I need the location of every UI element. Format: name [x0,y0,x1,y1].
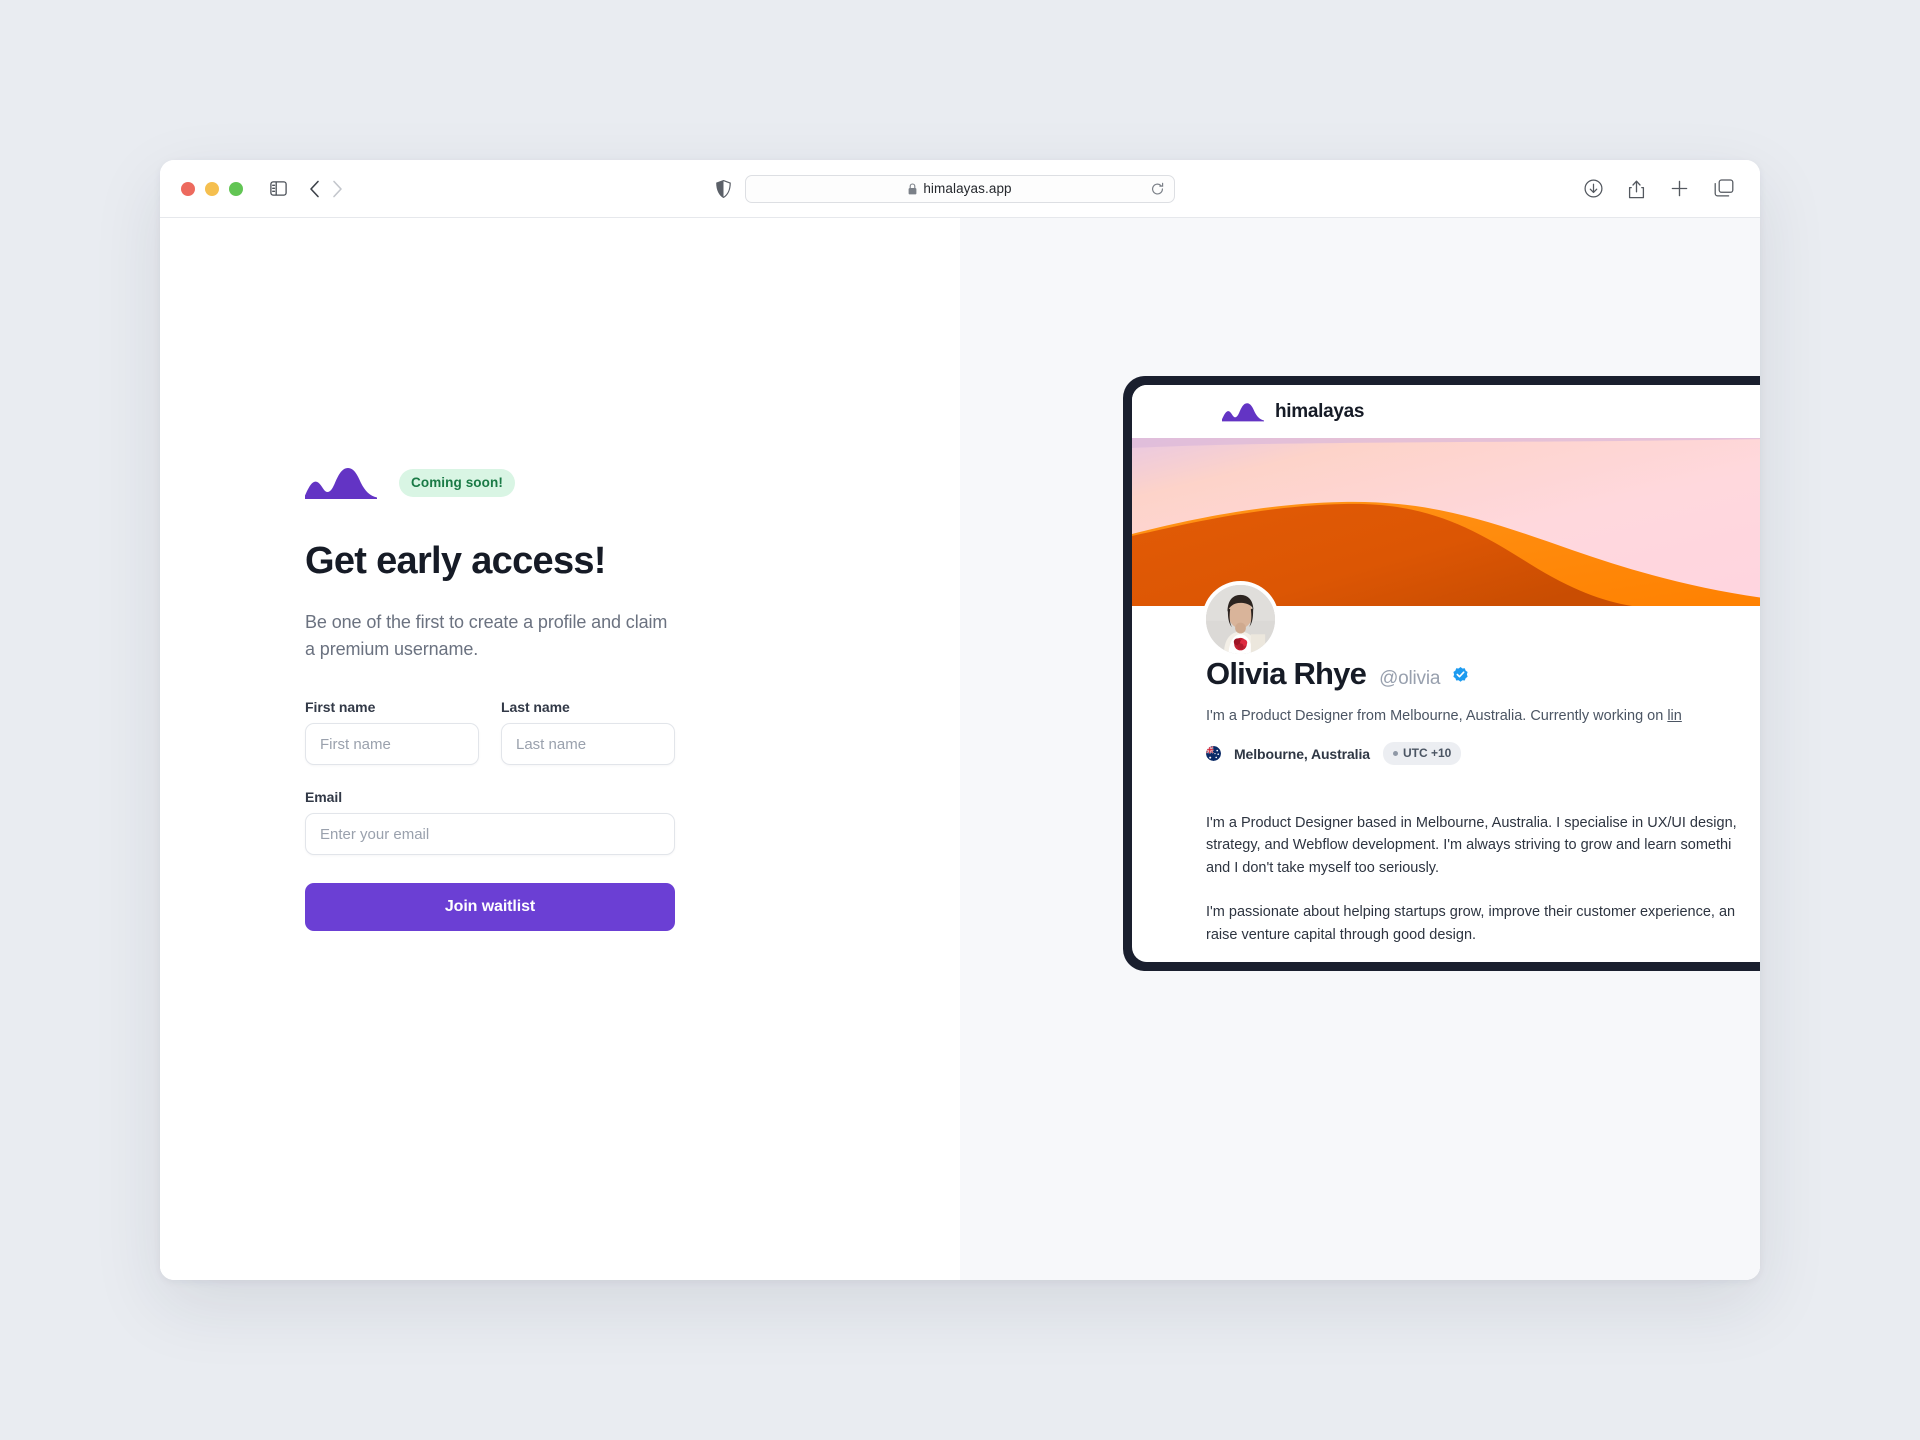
email-field-group: Email [305,789,675,855]
page-content: Coming soon! Get early access! Be one of… [160,218,1760,1280]
tagline-text: I'm a Product Designer from Melbourne, A… [1206,708,1668,724]
address-bar[interactable]: himalayas.app [745,174,1175,203]
shield-icon[interactable] [716,179,731,198]
window-controls [181,181,243,196]
email-label: Email [305,789,343,805]
preview-site-header: himalayas J [1132,385,1760,438]
lock-icon [908,182,917,195]
profile-body: Olivia Rhye @olivia I'm a Product Design… [1132,606,1760,962]
himalayas-mountain-logo-icon [305,468,377,499]
preview-wordmark: himalayas [1275,400,1365,422]
profile-handle: @olivia [1379,668,1441,689]
profile-banner-image [1132,438,1760,606]
profile-meta-row: Melbourne, Australia UTC +10 [1206,742,1760,766]
user-avatar-photo [1206,585,1275,654]
right-pane: himalayas J [960,218,1760,1280]
page-subtitle: Be one of the first to create a profile … [305,612,668,659]
maximize-window-button[interactable] [229,181,243,196]
first-name-input[interactable] [305,723,479,765]
left-pane: Coming soon! Get early access! Be one of… [160,218,960,1280]
first-name-label: First name [305,699,376,715]
email-input[interactable] [305,813,675,855]
first-name-field-group: First name [305,699,479,765]
profile-location: Melbourne, Australia [1234,745,1370,762]
profile-preview-mockup: himalayas J [1123,376,1760,971]
browser-window: himalayas.app Coming soon! Get early acc… [160,160,1760,1280]
profile-bio-paragraph-1: I'm a Product Designer based in Melbourn… [1206,815,1737,876]
dune-illustration [1132,438,1760,606]
brand-row: Coming soon! [305,466,675,500]
tab-overview-icon[interactable] [1714,179,1734,198]
close-window-button[interactable] [181,181,195,196]
browser-toolbar: himalayas.app [160,160,1760,218]
coming-soon-badge: Coming soon! [399,469,515,497]
preview-brand[interactable]: himalayas [1222,400,1365,423]
page-title: Get early access! [305,540,606,582]
himalayas-mountain-logo-icon [1222,402,1264,421]
url-text: himalayas.app [923,181,1012,196]
minimize-window-button[interactable] [205,181,219,196]
toolbar-actions [1584,179,1734,199]
name-fields-row: First name Last name [305,699,675,765]
tagline-link[interactable]: lin [1667,708,1682,724]
last-name-field-group: Last name [501,699,675,765]
profile-bio-paragraph-2: I'm passionate about helping startups gr… [1206,904,1736,943]
profile-avatar[interactable] [1202,581,1279,658]
join-waitlist-button[interactable]: Join waitlist [305,883,675,931]
timezone-dot-icon [1392,750,1398,756]
australia-flag-icon [1206,746,1221,762]
profile-identity-row: Olivia Rhye @olivia [1206,656,1760,692]
last-name-input[interactable] [501,723,675,765]
profile-tagline: I'm a Product Designer from Melbourne, A… [1206,706,1760,727]
mockup-screen: himalayas J [1132,385,1760,962]
timezone-text: UTC +10 [1402,746,1452,761]
download-icon[interactable] [1584,179,1603,198]
chevron-left-icon[interactable] [309,180,320,198]
plus-icon[interactable] [1670,179,1689,198]
signup-form-section: Coming soon! Get early access! Be one of… [305,466,675,931]
verified-badge-icon [1453,666,1468,682]
chevron-right-icon[interactable] [332,180,343,198]
reload-icon[interactable] [1151,182,1164,195]
share-icon[interactable] [1628,179,1645,199]
profile-name: Olivia Rhye [1206,656,1367,691]
last-name-label: Last name [501,699,570,715]
timezone-badge: UTC +10 [1382,742,1462,766]
sidebar-toggle-icon[interactable] [270,181,287,196]
